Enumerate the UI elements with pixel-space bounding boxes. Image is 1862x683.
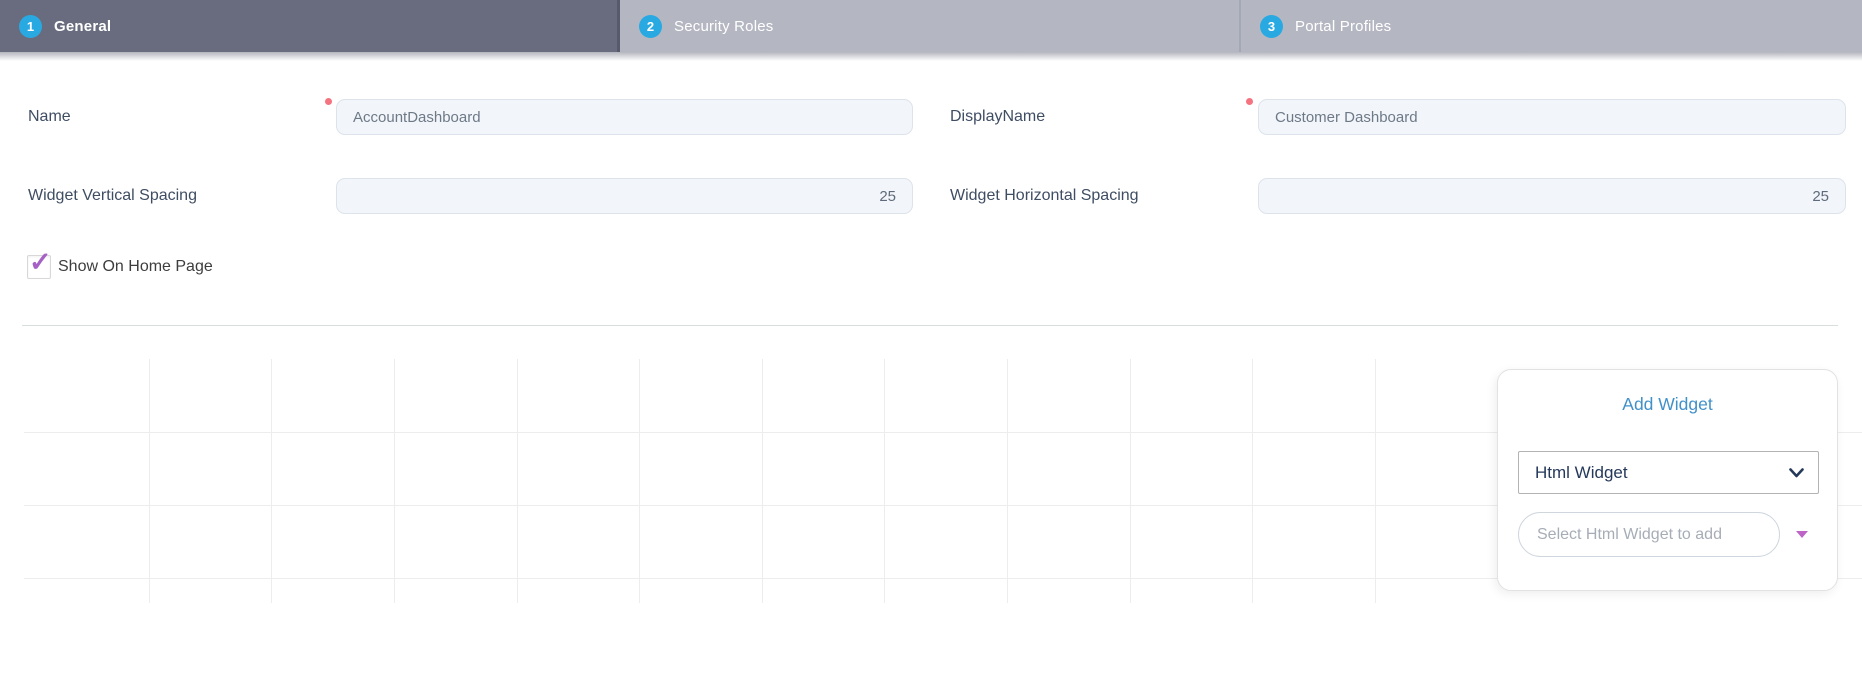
grid-vertical-line <box>1375 359 1376 603</box>
tab-portal-profiles-label: Portal Profiles <box>1295 17 1392 35</box>
add-widget-link[interactable]: Add Widget <box>1498 394 1837 415</box>
name-input[interactable] <box>336 99 913 135</box>
name-required-dot <box>325 98 332 105</box>
widget-horizontal-spacing-label: Widget Horizontal Spacing <box>950 187 1139 204</box>
dashboard-designer-page: 1 General 2 Security Roles 3 Portal Prof… <box>0 0 1862 683</box>
grid-vertical-line <box>762 359 763 603</box>
tab-security-roles-label: Security Roles <box>674 17 774 35</box>
widget-vertical-spacing-label: Widget Vertical Spacing <box>28 187 197 204</box>
grid-vertical-line <box>884 359 885 603</box>
display-name-required-dot <box>1246 98 1253 105</box>
display-name-label: DisplayName <box>950 108 1046 125</box>
widget-type-selected-value: Html Widget <box>1535 462 1628 482</box>
widget-type-select[interactable]: Html Widget <box>1518 451 1819 494</box>
tab-security-roles[interactable]: 2 Security Roles <box>620 0 1241 52</box>
widget-instance-select-input[interactable] <box>1518 512 1780 557</box>
step-2-circle: 2 <box>639 14 662 38</box>
grid-vertical-line <box>1252 359 1253 603</box>
wizard-tab-bar: 1 General 2 Security Roles 3 Portal Prof… <box>0 0 1862 61</box>
step-1-circle: 1 <box>19 14 42 38</box>
grid-vertical-line <box>517 359 518 603</box>
grid-vertical-line <box>1007 359 1008 603</box>
grid-vertical-line <box>149 359 150 603</box>
display-name-input[interactable] <box>1258 99 1846 135</box>
widget-vertical-spacing-input[interactable] <box>336 178 913 214</box>
grid-vertical-line <box>1130 359 1131 603</box>
show-on-home-page-checkbox[interactable]: ✓ Show On Home Page <box>27 249 213 279</box>
add-widget-panel: Add Widget Html Widget <box>1497 369 1838 591</box>
section-divider <box>22 325 1838 326</box>
tab-general-label: General <box>54 17 112 35</box>
grid-vertical-line <box>639 359 640 603</box>
checkbox-box[interactable]: ✓ <box>27 249 52 279</box>
grid-vertical-line <box>271 359 272 603</box>
widget-horizontal-spacing-input[interactable] <box>1258 178 1846 214</box>
chevron-down-icon <box>1789 467 1804 478</box>
step-3-circle: 3 <box>1260 14 1283 38</box>
tab-portal-profiles[interactable]: 3 Portal Profiles <box>1241 0 1862 52</box>
show-on-home-page-label: Show On Home Page <box>58 258 213 275</box>
checkmark-icon: ✓ <box>29 247 52 277</box>
name-label: Name <box>28 108 71 125</box>
grid-vertical-line <box>394 359 395 603</box>
dropdown-caret-icon[interactable] <box>1796 531 1808 538</box>
tab-general[interactable]: 1 General <box>0 0 620 52</box>
